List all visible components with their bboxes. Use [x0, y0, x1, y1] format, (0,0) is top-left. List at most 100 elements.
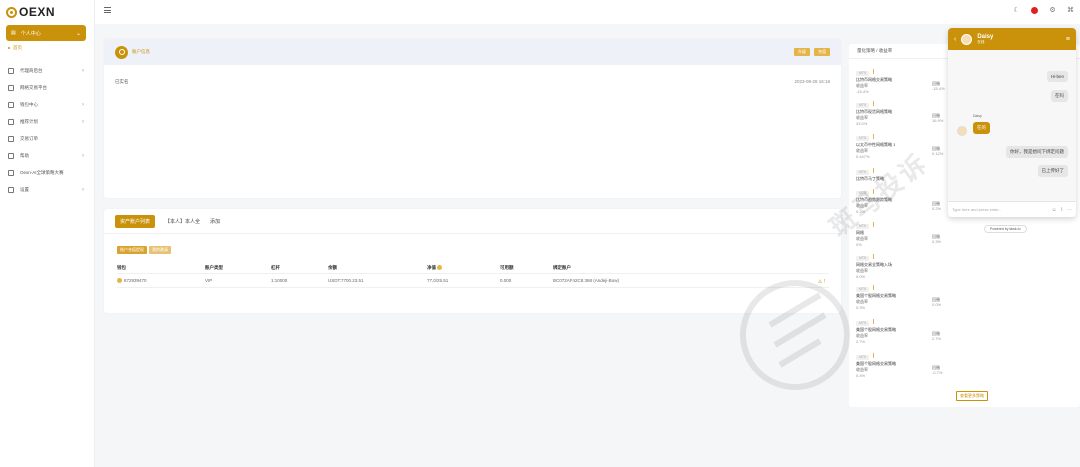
agent-info: Daisy 在线 [977, 34, 993, 44]
logo-text: OEXN [19, 5, 56, 19]
top-header [95, 0, 1080, 24]
strategy-marker-icon [873, 319, 874, 324]
strategy-marker-icon [873, 101, 874, 106]
notification-dot-icon[interactable] [1031, 7, 1038, 14]
verification-status: 已实名 [115, 79, 129, 84]
table-cell: VIP [205, 278, 213, 283]
chevron-down-icon: ⌄ [75, 30, 81, 37]
chat-message: 在的 [973, 122, 990, 134]
column-header-text: 净值 [427, 265, 436, 270]
strategy-drawdown-value: 0.2% [932, 206, 942, 211]
emoji-icon[interactable]: ☺ [1051, 207, 1056, 213]
strategy-item[interactable]: MT5 美国个股网格交易策略 收益率 0.3% 回撤 0.0% [856, 285, 946, 310]
sidebar-item-label: 钱包中心 [20, 102, 38, 107]
deposit-button[interactable]: 充值 [814, 48, 830, 56]
filter-deposit-withdraw-button[interactable]: 账户充值提现 [117, 246, 147, 254]
strategy-marker-icon [873, 353, 874, 358]
sidebar-item-label: 推荐计划 [20, 119, 38, 124]
attachment-icon[interactable]: ⌇ [1061, 207, 1063, 213]
strategy-tag: MT5 [856, 71, 869, 76]
strategy-item[interactable]: MT5 美国个股网格交易策略 收益率 0.4% 回撤 -0.7% [856, 353, 946, 378]
sidebar-item-label: 网格交易平台 [20, 85, 47, 90]
powered-by-badge[interactable]: Powered by tawk.to [984, 225, 1027, 233]
menu-icon[interactable]: ≡ [1066, 36, 1070, 43]
strategy-drawdown-value: 0.0% [932, 302, 942, 307]
chevron-right-icon: › [82, 187, 84, 193]
strategy-drawdown-value: 16.9% [932, 118, 944, 123]
tab-add[interactable]: 添加 [210, 218, 220, 225]
sidebar-item-settings[interactable]: 设置 › [8, 185, 84, 195]
strategy-marker-icon [873, 69, 874, 74]
sidebar-item-label: 设置 [20, 187, 29, 192]
warning-icon[interactable]: ⚠ ! [818, 279, 825, 285]
logo[interactable]: OEXN [6, 5, 55, 19]
accounts-table: 钱包 账户类型 杠杆 余额 净值 可用额 绑定账户 872939470 VIP … [117, 263, 829, 288]
moon-icon[interactable]: ☾ [1013, 7, 1020, 14]
strategy-item[interactable]: MT5 比特币趋势跟踪策略 收益率 0.2% 回撤 0.2% [856, 189, 946, 214]
tab-self[interactable]: 【本人】本人全 [165, 218, 200, 225]
chat-input-placeholder: Type here and press enter.. [952, 207, 1001, 212]
sidebar-item-label: Oexn-AI全球策略大赛 [20, 170, 64, 175]
chat-header: ‹ Daisy 在线 ≡ [948, 28, 1076, 50]
sidebar-item-referral[interactable]: 推荐计划 › [8, 117, 84, 127]
back-icon[interactable]: ‹ [954, 36, 956, 43]
registration-time: 2023-09-28 16:18 [794, 79, 830, 84]
strategy-marker-icon [873, 285, 874, 290]
more-strategies-button[interactable]: 查看更多策略 [956, 391, 988, 401]
sidebar-item-wallet[interactable]: 钱包中心 › [8, 100, 84, 110]
chat-sender-name: Daisy [973, 114, 982, 118]
strategy-tag: MT5 [856, 170, 869, 175]
strategy-item[interactable]: MT5 网格交易全策略入场 收益率 0.0% [856, 254, 946, 279]
hamburger-icon[interactable] [104, 7, 111, 13]
chat-message: 在吗 [1051, 90, 1068, 102]
sidebar-subitem-home[interactable]: 首页 [8, 45, 22, 51]
info-icon [437, 265, 443, 271]
sidebar-item-personal-center[interactable]: ▤ 个人中心 ⌄ [6, 25, 86, 41]
filter-invite-button[interactable]: 我的邀请 [149, 246, 171, 254]
table-cell: 0.000 [500, 278, 512, 283]
column-header: 杠杆 [271, 265, 280, 270]
filter-buttons: 账户充值提现 我的邀请 [117, 246, 841, 254]
chevron-right-icon: › [82, 153, 84, 159]
sidebar-item-agent[interactable]: 代理商后台 › [8, 66, 84, 76]
chevron-right-icon: › [82, 102, 84, 108]
strategy-item[interactable]: MT5 比特币网格交易策略 收益率 -15.4% 回撤 -15.4% [856, 69, 946, 94]
strategy-item[interactable]: MT5 美国个股网格交易策略 收益率 2.7% 回撤 2.7% [856, 319, 946, 344]
table-header-row: 钱包 账户类型 杠杆 余额 净值 可用额 绑定账户 [117, 263, 829, 274]
agent-avatar [957, 126, 967, 136]
table-cell: 872939470 [117, 278, 205, 284]
profile-row: 已实名 2023-09-28 16:18 [104, 65, 841, 99]
tab-account-list[interactable]: 资产账户列表 [115, 214, 156, 228]
strategy-title: 比特币马丁策略 [856, 176, 884, 181]
table-cell: 77,0/25.51 [427, 278, 449, 283]
strategy-drawdown-value: -0.7% [932, 370, 943, 375]
more-icon[interactable]: ⋯ [1067, 207, 1072, 213]
sidebar-item-grid-trading[interactable]: 网格交易平台 [8, 83, 84, 93]
sidebar-item-ai-contest[interactable]: Oexn-AI全球策略大赛 [8, 168, 84, 178]
table-row[interactable]: 872939470 VIP 1:10000 USDT:7700.23.51 77… [117, 274, 829, 288]
strategy-marker-icon [873, 189, 874, 194]
profile-name: 账户信息 [132, 49, 150, 54]
strategy-item[interactable]: MT5 以太币中性网格策略 1 收益率 0.447% 回撤 0.12% [856, 134, 946, 159]
strategy-tag: MT5 [856, 321, 869, 326]
strategy-item[interactable]: MT5 网格 收益率 0% 回撤 0.3% [856, 222, 946, 247]
gear-icon[interactable]: ⚙ [1049, 7, 1056, 14]
order-icon [8, 136, 14, 142]
table-cell: USDT:7700.23.51 [328, 278, 364, 283]
help-icon [8, 153, 14, 159]
language-icon[interactable]: ⌘ [1067, 7, 1074, 14]
chevron-right-icon: › [82, 119, 84, 125]
trade-icon [8, 85, 14, 91]
bullet-icon [8, 47, 10, 49]
sidebar-item-help[interactable]: 帮助 › [8, 151, 84, 161]
sidebar-item-label: 代理商后台 [20, 68, 43, 73]
sidebar-item-label: 交易订单 [20, 136, 38, 141]
upgrade-button[interactable]: 升级 [794, 48, 810, 56]
strategy-item[interactable]: MT5 比特币马丁策略 [856, 168, 946, 182]
wallet-icon [8, 102, 14, 108]
sidebar-item-orders[interactable]: 交易订单 [8, 134, 84, 144]
strategy-tag: MT5 [856, 191, 869, 196]
chat-input[interactable]: Type here and press enter.. ☺ ⌇ ⋯ [948, 201, 1076, 217]
table-cell: 1:10000 [271, 278, 288, 283]
strategy-item[interactable]: MT5 比特币现货网格策略 收益率 33.0% 回撤 16.9% [856, 101, 946, 126]
